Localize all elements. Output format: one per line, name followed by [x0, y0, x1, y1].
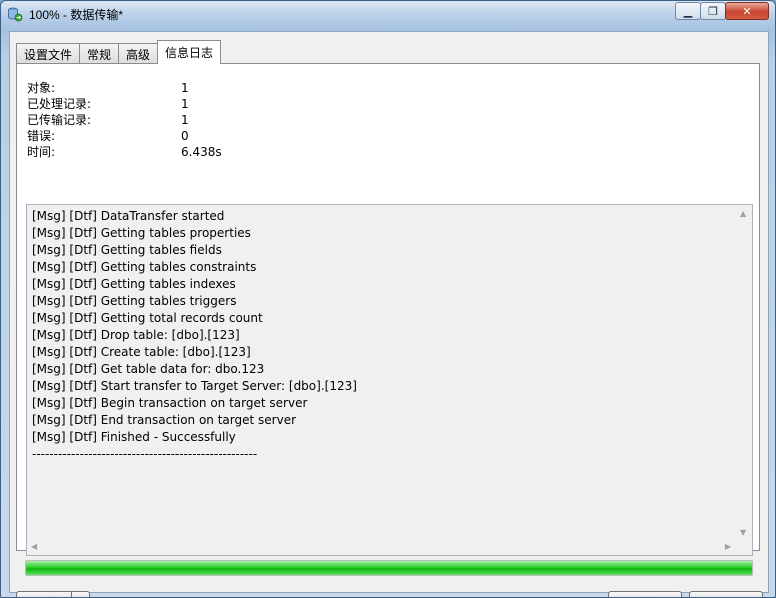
tab-general[interactable]: 常规	[79, 43, 120, 64]
dialog-client-area: 设置文件 常规 高级 信息日志 对象: 1 已处理记录: 1 已传输记录: 1	[9, 31, 769, 597]
log-line: [Msg] [Dtf] Getting tables fields	[32, 243, 222, 257]
stat-value: 6.438s	[181, 145, 222, 159]
tab-info-log[interactable]: 信息日志	[157, 40, 222, 64]
log-output[interactable]: [Msg] [Dtf] DataTransfer started [Msg] […	[26, 204, 753, 556]
stat-label: 对象:	[27, 81, 56, 95]
stat-value: 1	[181, 97, 189, 111]
minimize-icon: ▁	[683, 4, 693, 18]
title-bar[interactable]: 100% - 数据传输* ▁ ❐ ✕	[1, 1, 775, 27]
stat-label: 时间:	[27, 145, 56, 159]
tab-advanced[interactable]: 高级	[118, 43, 159, 64]
stat-label: 已传输记录:	[27, 113, 92, 127]
log-lines: [Msg] [Dtf] DataTransfer started [Msg] […	[32, 208, 357, 463]
close-icon: ✕	[742, 4, 752, 18]
log-line: [Msg] [Dtf] Getting total records count	[32, 311, 263, 325]
tab-strip: 设置文件 常规 高级 信息日志	[16, 40, 222, 64]
window-title: 100% - 数据传输*	[29, 8, 124, 22]
log-line: [Msg] [Dtf] Getting tables indexes	[32, 277, 236, 291]
restore-icon: ❐	[708, 4, 718, 18]
save-dropdown-button[interactable]: ▼	[72, 591, 90, 597]
stat-value: 1	[181, 113, 189, 127]
dialog-footer: 保存 ▼ 开始 关闭	[10, 585, 768, 597]
data-transfer-icon	[8, 7, 23, 22]
transfer-progress-bar	[25, 560, 753, 576]
vertical-scrollbar[interactable]: ▲ ▼	[735, 205, 752, 539]
save-split-button: 保存 ▼	[16, 591, 90, 597]
caption-buttons: ▁ ❐ ✕	[675, 2, 769, 21]
log-line: [Msg] [Dtf] Drop table: [dbo].[123]	[32, 328, 240, 342]
app-window: 100% - 数据传输* ▁ ❐ ✕ 设置文件 常规 高级 信息日志 对象: 1	[0, 0, 776, 598]
restore-button[interactable]: ❐	[700, 2, 726, 20]
tab-settings-file[interactable]: 设置文件	[16, 43, 81, 64]
start-button[interactable]: 开始	[608, 591, 682, 597]
log-line: [Msg] [Dtf] Start transfer to Target Ser…	[32, 379, 357, 393]
log-line: [Msg] [Dtf] Finished - Successfully	[32, 430, 236, 444]
log-line: [Msg] [Dtf] Begin transaction on target …	[32, 396, 308, 410]
minimize-button[interactable]: ▁	[675, 2, 701, 20]
close-button[interactable]: 关闭	[689, 591, 763, 597]
scroll-up-icon[interactable]: ▲	[740, 209, 746, 218]
scroll-right-icon[interactable]: ▶	[725, 542, 731, 551]
log-separator: ----------------------------------------…	[32, 447, 258, 461]
scroll-down-icon[interactable]: ▼	[740, 528, 746, 537]
log-line: [Msg] [Dtf] DataTransfer started	[32, 209, 225, 223]
log-line: [Msg] [Dtf] End transaction on target se…	[32, 413, 297, 427]
stat-label: 已处理记录:	[27, 97, 92, 111]
progress-fill	[26, 561, 752, 575]
close-window-button[interactable]: ✕	[725, 2, 769, 20]
log-line: [Msg] [Dtf] Getting tables triggers	[32, 294, 237, 308]
stat-label: 错误:	[27, 129, 56, 143]
horizontal-scrollbar[interactable]: ◀ ▶	[27, 538, 735, 555]
log-line: [Msg] [Dtf] Getting tables properties	[32, 226, 251, 240]
log-line: [Msg] [Dtf] Getting tables constraints	[32, 260, 257, 274]
stat-value: 1	[181, 81, 189, 95]
stat-value: 0	[181, 129, 189, 143]
scroll-left-icon[interactable]: ◀	[31, 542, 37, 551]
info-log-panel: 对象: 1 已处理记录: 1 已传输记录: 1 错误: 0 时间: 6.438s…	[16, 63, 760, 556]
save-button[interactable]: 保存	[16, 591, 72, 597]
log-line: [Msg] [Dtf] Create table: [dbo].[123]	[32, 345, 251, 359]
log-line: [Msg] [Dtf] Get table data for: dbo.123	[32, 362, 265, 376]
